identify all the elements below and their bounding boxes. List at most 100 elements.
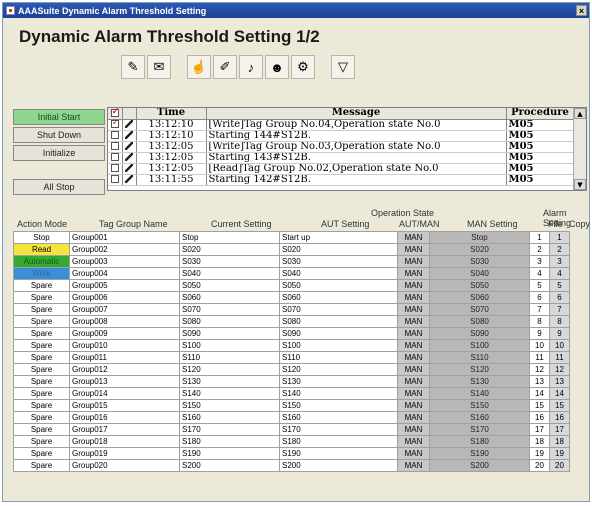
action-mode-cell[interactable]: Spare <box>13 339 70 352</box>
user-tool-icon[interactable]: ✎ <box>121 55 145 79</box>
aut-setting-cell[interactable]: S090 <box>279 327 398 340</box>
action-mode-cell[interactable]: Spare <box>13 459 70 472</box>
tag-group-name-cell[interactable]: Group020 <box>69 459 180 472</box>
tag-group-name-cell[interactable]: Group007 <box>69 303 180 316</box>
alarm-file-cell[interactable]: 10 <box>529 339 550 352</box>
alarm-copy-cell[interactable]: 9 <box>549 327 570 340</box>
tag-group-name-cell[interactable]: Group015 <box>69 399 180 412</box>
aut-man-cell[interactable]: MAN <box>397 267 430 280</box>
tag-group-name-cell[interactable]: Group008 <box>69 315 180 328</box>
log-row-checkbox[interactable] <box>108 119 123 131</box>
alarm-file-cell[interactable]: 1 <box>529 231 550 244</box>
man-setting-cell[interactable]: Stop <box>429 231 530 244</box>
tag-group-name-cell[interactable]: Group018 <box>69 435 180 448</box>
action-mode-cell[interactable]: Automatic <box>13 255 70 268</box>
alarm-file-cell[interactable]: 13 <box>529 375 550 388</box>
alarm-copy-cell[interactable]: 18 <box>549 435 570 448</box>
man-setting-cell[interactable]: S110 <box>429 351 530 364</box>
table-row[interactable]: Write Group004 S040 S040 MAN S040 4 4 <box>13 267 570 280</box>
log-row[interactable]: 13:11:55 Starting 142#S12B. M05 <box>108 174 575 186</box>
log-row-checkbox[interactable] <box>108 152 123 164</box>
initial-start-button[interactable]: Initial Start <box>13 109 105 125</box>
table-row[interactable]: Spare Group011 S110 S110 MAN S110 11 11 <box>13 351 570 364</box>
alarm-file-cell[interactable]: 9 <box>529 327 550 340</box>
checkbox-icon[interactable] <box>110 164 119 172</box>
alarm-copy-cell[interactable]: 2 <box>549 243 570 256</box>
action-mode-cell[interactable]: Spare <box>13 435 70 448</box>
action-mode-cell[interactable]: Stop <box>13 231 70 244</box>
aut-man-cell[interactable]: MAN <box>397 351 430 364</box>
action-mode-cell[interactable]: Spare <box>13 363 70 376</box>
hand-icon[interactable]: ☝ <box>187 55 211 79</box>
aut-setting-cell[interactable]: S180 <box>279 435 398 448</box>
action-mode-cell[interactable]: Spare <box>13 315 70 328</box>
shut-down-button[interactable]: Shut Down <box>13 127 105 143</box>
checkbox-icon[interactable] <box>110 153 119 161</box>
alarm-copy-cell[interactable]: 15 <box>549 399 570 412</box>
checkbox-icon[interactable] <box>110 119 119 128</box>
tag-group-name-cell[interactable]: Group005 <box>69 279 180 292</box>
log-scrollbar[interactable]: ▲ ▼ <box>573 108 586 190</box>
action-mode-cell[interactable]: Spare <box>13 399 70 412</box>
action-mode-cell[interactable]: Spare <box>13 351 70 364</box>
alarm-file-cell[interactable]: 2 <box>529 243 550 256</box>
man-setting-cell[interactable]: S050 <box>429 279 530 292</box>
log-row-checkbox[interactable] <box>108 163 123 175</box>
aut-man-cell[interactable]: MAN <box>397 231 430 244</box>
aut-setting-cell[interactable]: S080 <box>279 315 398 328</box>
man-setting-cell[interactable]: S160 <box>429 411 530 424</box>
aut-man-cell[interactable]: MAN <box>397 363 430 376</box>
aut-man-cell[interactable]: MAN <box>397 303 430 316</box>
man-setting-cell[interactable]: S060 <box>429 291 530 304</box>
alarm-file-cell[interactable]: 6 <box>529 291 550 304</box>
tag-group-name-cell[interactable]: Group003 <box>69 255 180 268</box>
action-mode-cell[interactable]: Read <box>13 243 70 256</box>
alarm-file-cell[interactable]: 16 <box>529 411 550 424</box>
alarm-copy-cell[interactable]: 7 <box>549 303 570 316</box>
log-row-checkbox[interactable] <box>108 130 123 142</box>
aut-man-cell[interactable]: MAN <box>397 291 430 304</box>
aut-setting-cell[interactable]: S050 <box>279 279 398 292</box>
aut-man-cell[interactable]: MAN <box>397 255 430 268</box>
action-mode-cell[interactable]: Spare <box>13 387 70 400</box>
man-setting-cell[interactable]: S080 <box>429 315 530 328</box>
aut-setting-cell[interactable]: S170 <box>279 423 398 436</box>
alarm-copy-cell[interactable]: 19 <box>549 447 570 460</box>
action-mode-cell[interactable]: Spare <box>13 327 70 340</box>
man-setting-cell[interactable]: S150 <box>429 399 530 412</box>
aut-man-cell[interactable]: MAN <box>397 423 430 436</box>
log-row[interactable]: 13:12:10 Starting 144#S12B. M05 <box>108 130 575 142</box>
action-mode-cell[interactable]: Spare <box>13 411 70 424</box>
tag-group-name-cell[interactable]: Group019 <box>69 447 180 460</box>
checkbox-icon[interactable] <box>110 142 119 150</box>
aut-setting-cell[interactable]: S120 <box>279 363 398 376</box>
alarm-copy-cell[interactable]: 16 <box>549 411 570 424</box>
aut-setting-cell[interactable]: S130 <box>279 375 398 388</box>
alarm-file-cell[interactable]: 15 <box>529 399 550 412</box>
aut-setting-cell[interactable]: Start up <box>279 231 398 244</box>
aut-setting-cell[interactable]: S020 <box>279 243 398 256</box>
table-row[interactable]: Stop Group001 Stop Start up MAN Stop 1 1 <box>13 231 570 244</box>
man-setting-cell[interactable]: S130 <box>429 375 530 388</box>
checkbox-icon[interactable] <box>110 131 119 139</box>
aut-setting-cell[interactable]: S040 <box>279 267 398 280</box>
alarm-copy-cell[interactable]: 5 <box>549 279 570 292</box>
aut-man-cell[interactable]: MAN <box>397 243 430 256</box>
alarm-file-cell[interactable]: 20 <box>529 459 550 472</box>
message-log[interactable]: Time Message Procedure 13:12:10[Write]Ta… <box>107 107 587 191</box>
table-row[interactable]: Spare Group009 S090 S090 MAN S090 9 9 <box>13 327 570 340</box>
tag-group-name-cell[interactable]: Group010 <box>69 339 180 352</box>
log-row[interactable]: 13:12:05 Starting 143#S12B. M05 <box>108 152 575 164</box>
alarm-copy-cell[interactable]: 20 <box>549 459 570 472</box>
close-button[interactable]: × <box>576 5 587 16</box>
tag-group-name-cell[interactable]: Group001 <box>69 231 180 244</box>
log-row[interactable]: 13:12:05 [Read]Tag Group No.02,Operation … <box>108 163 575 175</box>
alarm-copy-cell[interactable]: 3 <box>549 255 570 268</box>
aut-man-cell[interactable]: MAN <box>397 411 430 424</box>
aut-setting-cell[interactable]: S060 <box>279 291 398 304</box>
table-row[interactable]: Spare Group017 S170 S170 MAN S170 17 17 <box>13 423 570 436</box>
alarm-file-cell[interactable]: 18 <box>529 435 550 448</box>
tag-group-name-cell[interactable]: Group011 <box>69 351 180 364</box>
alarm-copy-cell[interactable]: 8 <box>549 315 570 328</box>
alarm-file-cell[interactable]: 14 <box>529 387 550 400</box>
